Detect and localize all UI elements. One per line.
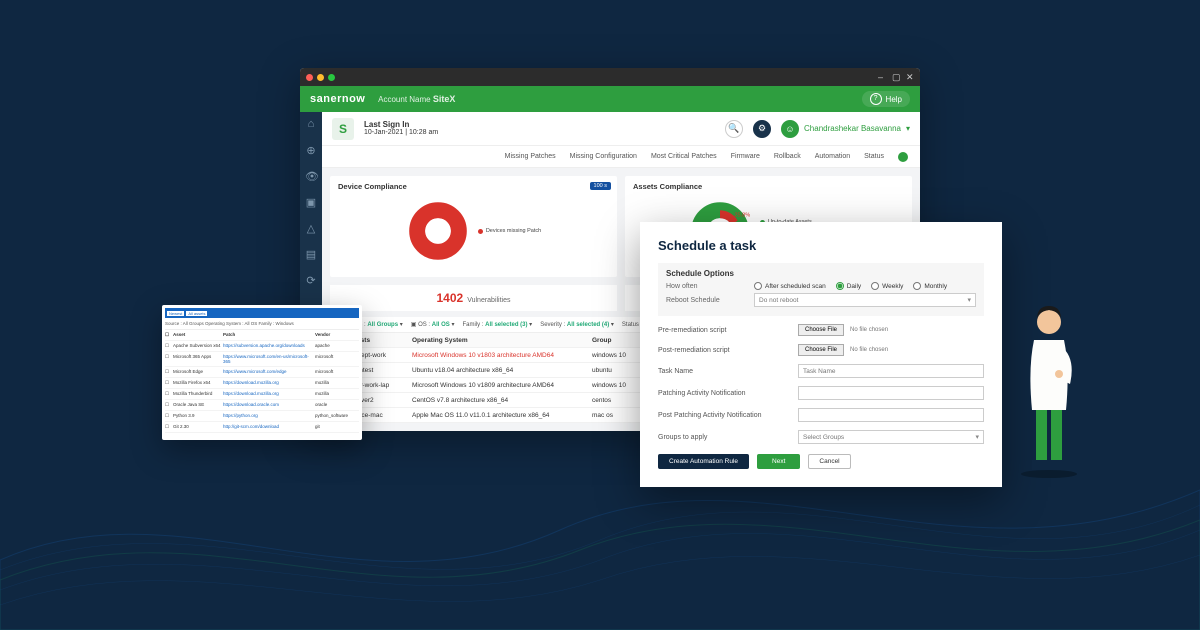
mini-tab[interactable]: All assets (186, 311, 207, 316)
legend-label: Devices missing Patch (486, 228, 541, 234)
search-icon[interactable]: 🔍 (725, 120, 743, 138)
device-donut-chart (406, 199, 470, 263)
reboot-label: Reboot Schedule (666, 297, 744, 304)
radio-monthly[interactable] (913, 282, 921, 290)
user-menu[interactable]: ☺ Chandrashekar Basavanna ▾ (781, 120, 910, 138)
list-item[interactable]: ☐Mozilla Thunderbirdhttps://download.moz… (165, 389, 359, 400)
post-patch-notif-label: Post Patching Activity Notification (658, 412, 798, 419)
patch-notif-input[interactable] (798, 386, 984, 400)
patch-notif-label: Patching Activity Notification (658, 390, 798, 397)
tab-rollback[interactable]: Rollback (774, 153, 801, 160)
sidebar-report-icon[interactable]: ▤ (305, 248, 317, 260)
sidebar-eye-icon[interactable]: 👁 (305, 170, 317, 182)
sidebar-network-icon[interactable]: ⊕ (305, 144, 317, 156)
tab-status[interactable]: Status (864, 153, 884, 160)
sidebar-alert-icon[interactable]: △ (305, 222, 317, 234)
avatar-icon: ☺ (781, 120, 799, 138)
list-item[interactable]: ☐Python 3.9https://python.orgpython_soft… (165, 411, 359, 422)
window-min-icon[interactable]: – (878, 73, 886, 81)
window-close-icon[interactable] (306, 74, 313, 81)
list-item[interactable]: ☐Git 2.30http://git-scm.com/downloadgit (165, 422, 359, 433)
sidebar-dashboard-icon[interactable]: ⌂ (305, 118, 317, 130)
account-label: Account Name SiteX (378, 95, 455, 104)
device-compliance-card: Device Compliance 100 s Devices missing … (330, 176, 617, 277)
section-title: Schedule Options (666, 269, 976, 278)
mini-filter-bar: Source : All Groups Operating System : A… (165, 318, 359, 330)
post-patch-notif-input[interactable] (798, 408, 984, 422)
chevron-down-icon: ▾ (906, 124, 910, 133)
window-x-icon[interactable]: ✕ (906, 73, 914, 81)
list-item[interactable]: ☐Apache Subversion x64https://subversion… (165, 341, 359, 352)
post-script-choose-file-button[interactable]: Choose File (798, 344, 844, 356)
card-title: Assets Compliance (633, 182, 904, 191)
list-item[interactable]: ☐Microsoft Edgehttps://www.microsoft.com… (165, 367, 359, 378)
post-script-file-status: No file chosen (850, 347, 888, 353)
next-button[interactable]: Next (757, 454, 800, 469)
assets-mini-window: Newest All assets Source : All Groups Op… (162, 305, 362, 440)
task-name-label: Task Name (658, 368, 798, 375)
brand-bar: sanernow Account Name SiteX Help (300, 86, 920, 112)
help-button[interactable]: Help (862, 91, 910, 107)
tab-critical-patches[interactable]: Most Critical Patches (651, 153, 717, 160)
device-count-pill: 100 s (590, 182, 611, 190)
radio-after-scan[interactable] (754, 282, 762, 290)
svg-text:25.8%: 25.8% (734, 213, 750, 219)
panel-title: Schedule a task (658, 238, 984, 253)
pre-script-file-status: No file chosen (850, 327, 888, 333)
vulnerabilities-stat[interactable]: 1402Vulnerabilities (330, 285, 617, 311)
tab-firmware[interactable]: Firmware (731, 153, 760, 160)
person-illustration (1016, 288, 1082, 478)
how-often-label: How often (666, 283, 744, 290)
window-zoom-icon[interactable] (328, 74, 335, 81)
window-max-icon[interactable]: ▢ (892, 73, 900, 81)
schedule-options-section: Schedule Options How often After schedul… (658, 263, 984, 316)
post-script-label: Post-remediation script (658, 347, 798, 354)
sidebar-refresh-icon[interactable]: ⟳ (305, 274, 317, 286)
task-name-input[interactable] (798, 364, 984, 378)
radio-weekly[interactable] (871, 282, 879, 290)
list-item[interactable]: ☐Oracle Java SEhttps://download.oracle.c… (165, 400, 359, 411)
tab-missing-config[interactable]: Missing Configuration (570, 153, 637, 160)
sidebar-shield-icon[interactable]: ▣ (305, 196, 317, 208)
schedule-task-panel: Schedule a task Schedule Options How oft… (640, 222, 1002, 487)
window-titlebar: – ▢ ✕ (300, 68, 920, 86)
pre-script-label: Pre-remediation script (658, 327, 798, 334)
context-bar: S Last Sign In 10-Jan-2021 | 10:28 am 🔍 … (322, 112, 920, 146)
list-item[interactable]: ☐Microsoft 365 Appshttps://www.microsoft… (165, 352, 359, 367)
cancel-button[interactable]: Cancel (808, 454, 850, 469)
app-tile-icon[interactable]: S (332, 118, 354, 140)
reboot-select[interactable]: Do not reboot (754, 293, 976, 307)
card-title: Device Compliance (338, 182, 609, 191)
create-automation-rule-button[interactable]: Create Automation Rule (658, 454, 749, 469)
radio-daily[interactable] (836, 282, 844, 290)
groups-select[interactable]: Select Groups (798, 430, 984, 444)
module-tabs: Missing Patches Missing Configuration Mo… (322, 146, 920, 168)
window-minimize-icon[interactable] (317, 74, 324, 81)
tab-automation[interactable]: Automation (815, 153, 850, 160)
groups-label: Groups to apply (658, 434, 798, 441)
mini-tabbar: Newest All assets (165, 308, 359, 318)
tab-missing-patches[interactable]: Missing Patches (505, 153, 556, 160)
pre-script-choose-file-button[interactable]: Choose File (798, 324, 844, 336)
list-item[interactable]: ☐Mozilla Firefox x64https://download.moz… (165, 378, 359, 389)
how-often-radios: After scheduled scan Daily Weekly Monthl… (754, 282, 947, 290)
brand-logo: sanernow (310, 93, 365, 105)
mini-tab[interactable]: Newest (167, 311, 184, 316)
status-badge (898, 152, 908, 162)
last-signin: Last Sign In 10-Jan-2021 | 10:28 am (364, 120, 438, 138)
settings-icon[interactable]: ⚙ (753, 120, 771, 138)
